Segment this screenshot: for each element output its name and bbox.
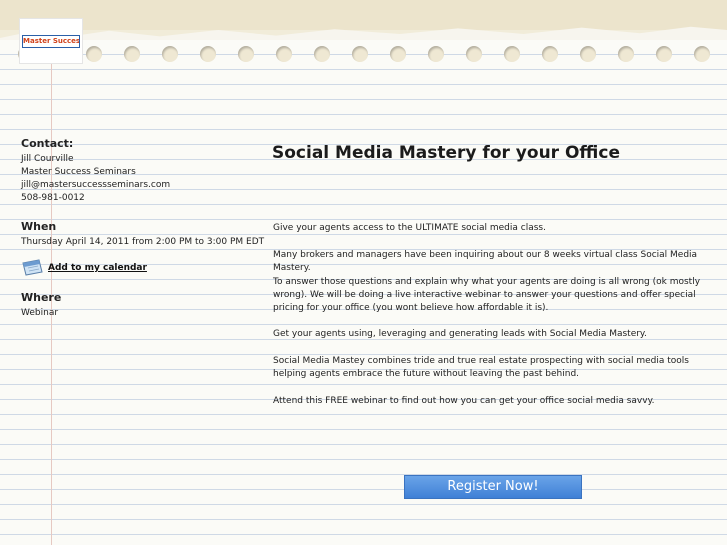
- description-paragraph: Give your agents access to the ULTIMATE …: [273, 223, 546, 233]
- binder-hole: [162, 46, 178, 62]
- description-paragraph: Get your agents using, leveraging and ge…: [273, 329, 647, 339]
- description-paragraph: Attend this FREE webinar to find out how…: [273, 396, 655, 406]
- binder-hole: [466, 46, 482, 62]
- binder-hole: [314, 46, 330, 62]
- binder-hole: [618, 46, 634, 62]
- binder-hole: [276, 46, 292, 62]
- binder-hole: [390, 46, 406, 62]
- binder-hole: [504, 46, 520, 62]
- description-paragraph: Many brokers and managers have been inqu…: [273, 250, 698, 273]
- where-heading: Where: [21, 291, 62, 304]
- description-paragraph: Social Media Mastey combines tride and t…: [273, 356, 689, 379]
- when-heading: When: [21, 220, 57, 233]
- binder-hole: [200, 46, 216, 62]
- binder-holes: [0, 40, 727, 70]
- contact-heading: Contact:: [21, 137, 74, 150]
- event-title: Social Media Mastery for your Office: [272, 143, 620, 163]
- contact-name: Jill Courville: [21, 154, 74, 164]
- binder-hole: [656, 46, 672, 62]
- company-logo[interactable]: Master Success: [19, 18, 83, 64]
- contact-email: jill@mastersuccessseminars.com: [21, 180, 171, 190]
- description-paragraph: To answer those questions and explain wh…: [273, 277, 701, 313]
- binder-hole: [694, 46, 710, 62]
- paper-background-top: [0, 0, 727, 30]
- event-datetime: Thursday April 14, 2011 from 2:00 PM to …: [21, 237, 265, 247]
- binder-hole: [238, 46, 254, 62]
- binder-hole: [542, 46, 558, 62]
- event-location: Webinar: [21, 308, 59, 318]
- binder-hole: [124, 46, 140, 62]
- contact-company: Master Success Seminars: [21, 167, 136, 177]
- binder-hole: [580, 46, 596, 62]
- binder-hole: [352, 46, 368, 62]
- contact-phone: 508-981-0012: [21, 193, 85, 203]
- add-to-calendar-link[interactable]: Add to my calendar: [48, 263, 147, 273]
- register-now-button[interactable]: Register Now!: [404, 475, 582, 499]
- binder-hole: [428, 46, 444, 62]
- calendar-icon[interactable]: [21, 258, 43, 276]
- binder-hole: [86, 46, 102, 62]
- logo-text: Master Success: [22, 35, 80, 48]
